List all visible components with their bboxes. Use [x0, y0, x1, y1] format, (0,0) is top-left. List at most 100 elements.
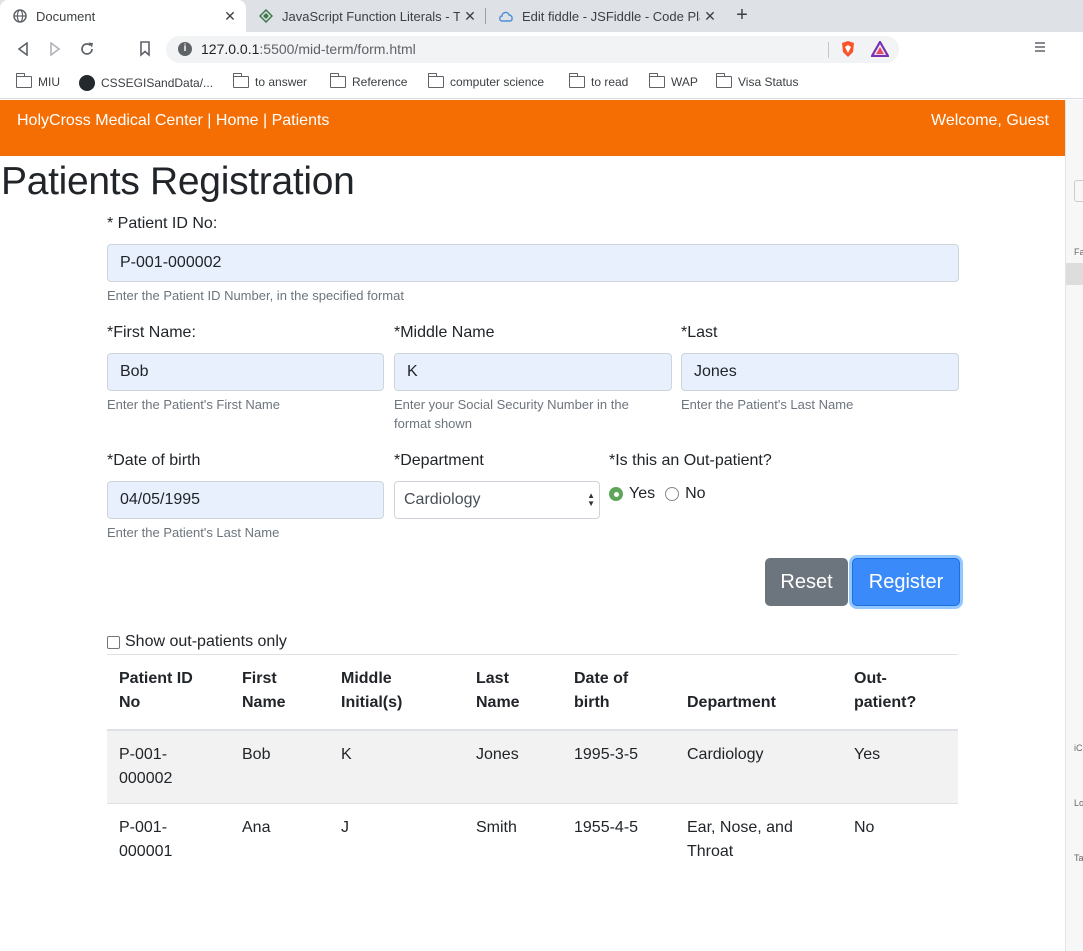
bookmark-reference[interactable]: Reference: [330, 73, 408, 89]
first-name-input[interactable]: Bob: [107, 353, 384, 391]
select-arrows-icon: ▲ ▼: [587, 491, 595, 508]
cell-first-name: Ana: [230, 803, 329, 876]
table-row[interactable]: P-001- 000002 Bob K Jones 1995-3-5 Cardio…: [107, 729, 958, 804]
dob-input[interactable]: 04/05/1995: [107, 481, 384, 519]
forward-icon[interactable]: [46, 40, 64, 58]
cell-outpatient: No: [842, 803, 958, 876]
column-header: Last Name: [464, 654, 562, 731]
cell-first-name: Bob: [230, 729, 329, 804]
tab-document[interactable]: Document ✕: [0, 0, 246, 32]
column-header: Patient ID No: [107, 654, 230, 731]
site-info-icon[interactable]: i: [178, 42, 192, 56]
cell-outpatient: Yes: [842, 729, 958, 804]
column-header: Date of birth: [562, 654, 675, 731]
bookmark-label: MIU: [38, 75, 60, 89]
input-value: Bob: [120, 363, 149, 380]
bookmark-cssegisanddata[interactable]: CSSEGISandData/...: [79, 75, 213, 91]
bookmark-label: computer science: [450, 75, 545, 89]
browser-toolbar: i 127.0.0.1:5500/mid-term/form.html: [0, 32, 1083, 67]
column-header: First Name: [230, 654, 329, 731]
outpatient-no-label[interactable]: No: [685, 485, 705, 503]
close-icon[interactable]: ✕: [220, 8, 240, 25]
department-select[interactable]: Cardiology ▲ ▼: [394, 481, 600, 519]
middle-name-help: Enter your Social Security Number in the…: [394, 397, 629, 431]
outpatient-filter: Show out-patients only: [107, 633, 287, 651]
side-fragment: iC: [1074, 743, 1083, 753]
patients-table: Patient ID No First Name Middle Initial(s) …: [107, 654, 958, 876]
patient-id-help: Enter the Patient ID Number, in the spec…: [107, 288, 404, 303]
cell-dob: 1955-4-5: [562, 803, 675, 876]
navbar-brand-links[interactable]: HolyCross Medical Center | Home | Patien…: [17, 112, 329, 130]
cell-patient-id: P-001- 000002: [107, 729, 230, 804]
register-button[interactable]: Register: [852, 558, 960, 606]
page-content: HolyCross Medical Center | Home | Patien…: [0, 100, 1065, 951]
side-fragment: Lo: [1074, 798, 1083, 808]
cell-last-name: Smith: [464, 803, 562, 876]
folder-icon: [569, 73, 585, 88]
patient-id-input[interactable]: P-001-000002: [107, 244, 959, 282]
bookmark-miu[interactable]: MIU: [16, 73, 60, 89]
dob-help: Enter the Patient's Last Name: [107, 525, 280, 540]
middle-name-label: *Middle Name: [394, 324, 495, 341]
tab-title: JavaScript Function Literals - Tu: [282, 8, 460, 24]
folder-icon: [330, 73, 346, 88]
cell-last-name: Jones: [464, 729, 562, 804]
back-icon[interactable]: [14, 40, 32, 58]
brave-shield-icon[interactable]: [840, 40, 856, 63]
address-bar[interactable]: i 127.0.0.1:5500/mid-term/form.html: [166, 36, 899, 63]
bookmark-label: WAP: [671, 75, 698, 89]
menu-icon[interactable]: [1034, 40, 1050, 56]
welcome-text: Welcome, Guest: [931, 112, 1049, 129]
folder-icon: [649, 73, 665, 88]
url-text: 127.0.0.1:5500/mid-term/form.html: [201, 41, 416, 57]
close-icon[interactable]: ✕: [700, 8, 720, 25]
table-row[interactable]: P-001- 000001 Ana J Smith 1955-4-5 Ear, N…: [107, 803, 958, 876]
globe-icon: [12, 8, 28, 24]
dob-label: *Date of birth: [107, 452, 201, 469]
tab-javascript-function-literals[interactable]: JavaScript Function Literals - Tu ✕: [246, 0, 486, 32]
side-panel-block: [1066, 263, 1083, 285]
reset-button[interactable]: Reset: [765, 558, 848, 606]
side-panel-strip: Fa iC Lo Ta: [1065, 100, 1083, 951]
bookmark-to-answer[interactable]: to answer: [233, 73, 307, 89]
close-icon[interactable]: ✕: [460, 8, 480, 25]
outpatient-no-radio[interactable]: [665, 487, 680, 501]
bookmark-to-read[interactable]: to read: [569, 73, 628, 89]
input-value: 04/05/1995: [120, 491, 201, 508]
bookmark-label: Reference: [352, 75, 408, 89]
cell-patient-id: P-001- 000001: [107, 803, 230, 876]
bookmark-computer-science[interactable]: computer science: [428, 73, 545, 89]
input-value: P-001-000002: [120, 254, 222, 271]
table-header-row: Patient ID No First Name Middle Initial(s) …: [107, 654, 958, 731]
tab-title: Edit fiddle - JSFiddle - Code Pla: [522, 8, 700, 24]
input-value: Jones: [694, 363, 737, 380]
cell-department: Cardiology: [675, 729, 842, 804]
side-panel-control[interactable]: [1074, 180, 1083, 202]
reload-icon[interactable]: [78, 40, 96, 58]
outpatient-label: *Is this an Out-patient?: [609, 452, 772, 469]
bookmark-icon[interactable]: [136, 40, 154, 58]
side-fragment: Ta: [1074, 853, 1083, 863]
folder-icon: [428, 73, 444, 88]
column-header: Department: [675, 654, 842, 731]
folder-icon: [16, 73, 32, 88]
brave-rewards-icon[interactable]: [870, 39, 890, 62]
page-title: Patients Registration: [1, 160, 355, 203]
bookmark-label: CSSEGISandData/...: [101, 76, 214, 90]
new-tab-button[interactable]: +: [731, 4, 753, 26]
cell-middle-initial: K: [329, 729, 464, 804]
outpatient-filter-checkbox[interactable]: [107, 635, 120, 649]
last-name-input[interactable]: Jones: [681, 353, 959, 391]
outpatient-filter-label[interactable]: Show out-patients only: [125, 633, 287, 651]
jsfiddle-cloud-icon: [498, 8, 514, 24]
column-header: Out-patient?: [842, 654, 958, 731]
outpatient-radio-group: Yes No: [609, 485, 716, 503]
middle-name-input[interactable]: K: [394, 353, 672, 391]
bookmark-label: Visa Status: [738, 75, 799, 89]
bookmark-visa-status[interactable]: Visa Status: [716, 73, 799, 89]
outpatient-yes-radio[interactable]: [609, 487, 623, 501]
first-name-label: *First Name:: [107, 324, 196, 341]
outpatient-yes-label[interactable]: Yes: [629, 485, 655, 503]
tab-edit-fiddle[interactable]: Edit fiddle - JSFiddle - Code Pla ✕: [486, 0, 726, 32]
bookmark-wap[interactable]: WAP: [649, 73, 698, 89]
